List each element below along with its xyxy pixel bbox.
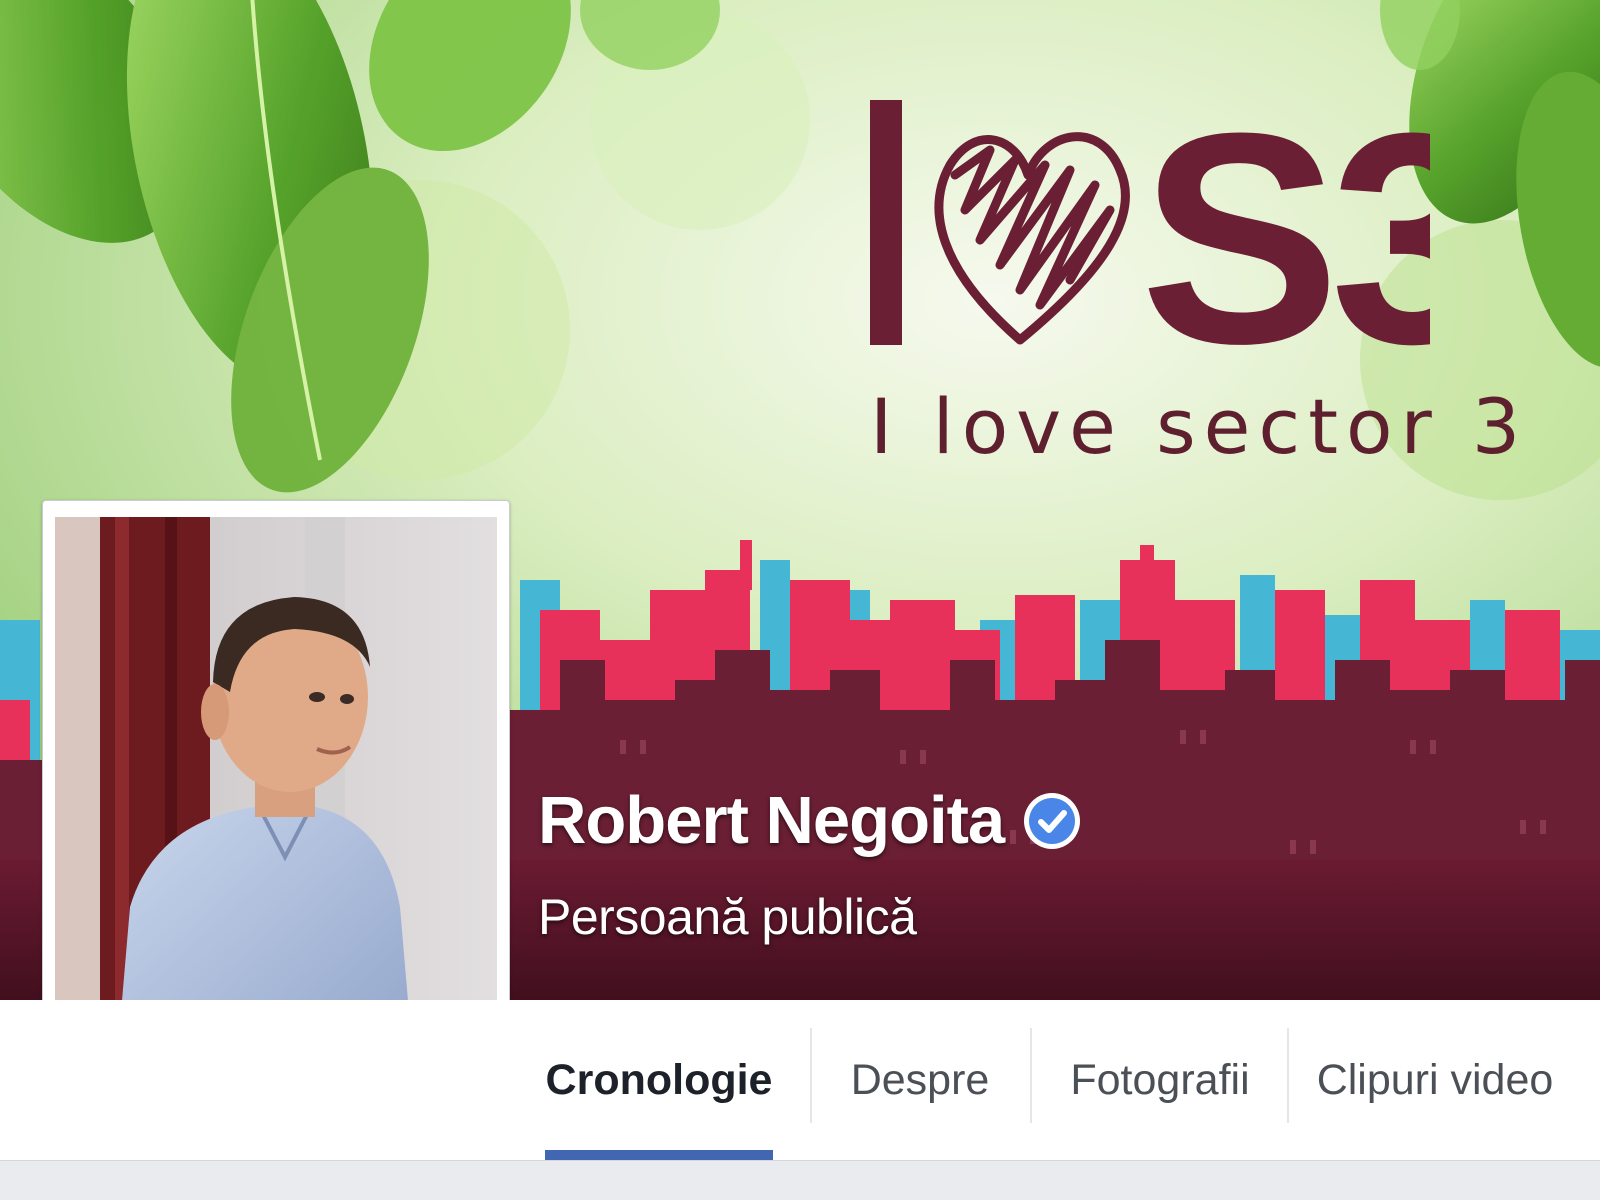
profile-picture[interactable] — [55, 517, 497, 1083]
tab-divider — [1030, 1028, 1032, 1123]
cover-logo: S3 I love sector 3 — [870, 90, 1520, 471]
profile-name[interactable]: Robert Negoita — [538, 782, 1005, 859]
cover-tagline: I love sector 3 — [870, 382, 1529, 471]
heart-icon — [934, 132, 1130, 345]
logo-mark: S3 — [870, 90, 1430, 390]
verified-badge-icon[interactable] — [1022, 791, 1082, 851]
tab-cronologie[interactable]: Cronologie — [545, 1000, 773, 1160]
tab-divider — [1287, 1028, 1289, 1123]
profile-category[interactable]: Persoană publică — [538, 888, 917, 946]
svg-text:S3: S3 — [1140, 90, 1430, 390]
tab-divider — [810, 1028, 812, 1123]
profile-name-block: Robert Negoita — [538, 782, 1082, 859]
profile-tab-bar: Cronologie Despre Fotografii Clipuri vid… — [0, 1000, 1600, 1161]
tab-fotografii[interactable]: Fotografii — [1055, 1000, 1265, 1160]
tab-clipuri-video[interactable]: Clipuri video — [1310, 1000, 1560, 1160]
profile-picture-image — [55, 517, 497, 1083]
tab-despre[interactable]: Despre — [830, 1000, 1010, 1160]
